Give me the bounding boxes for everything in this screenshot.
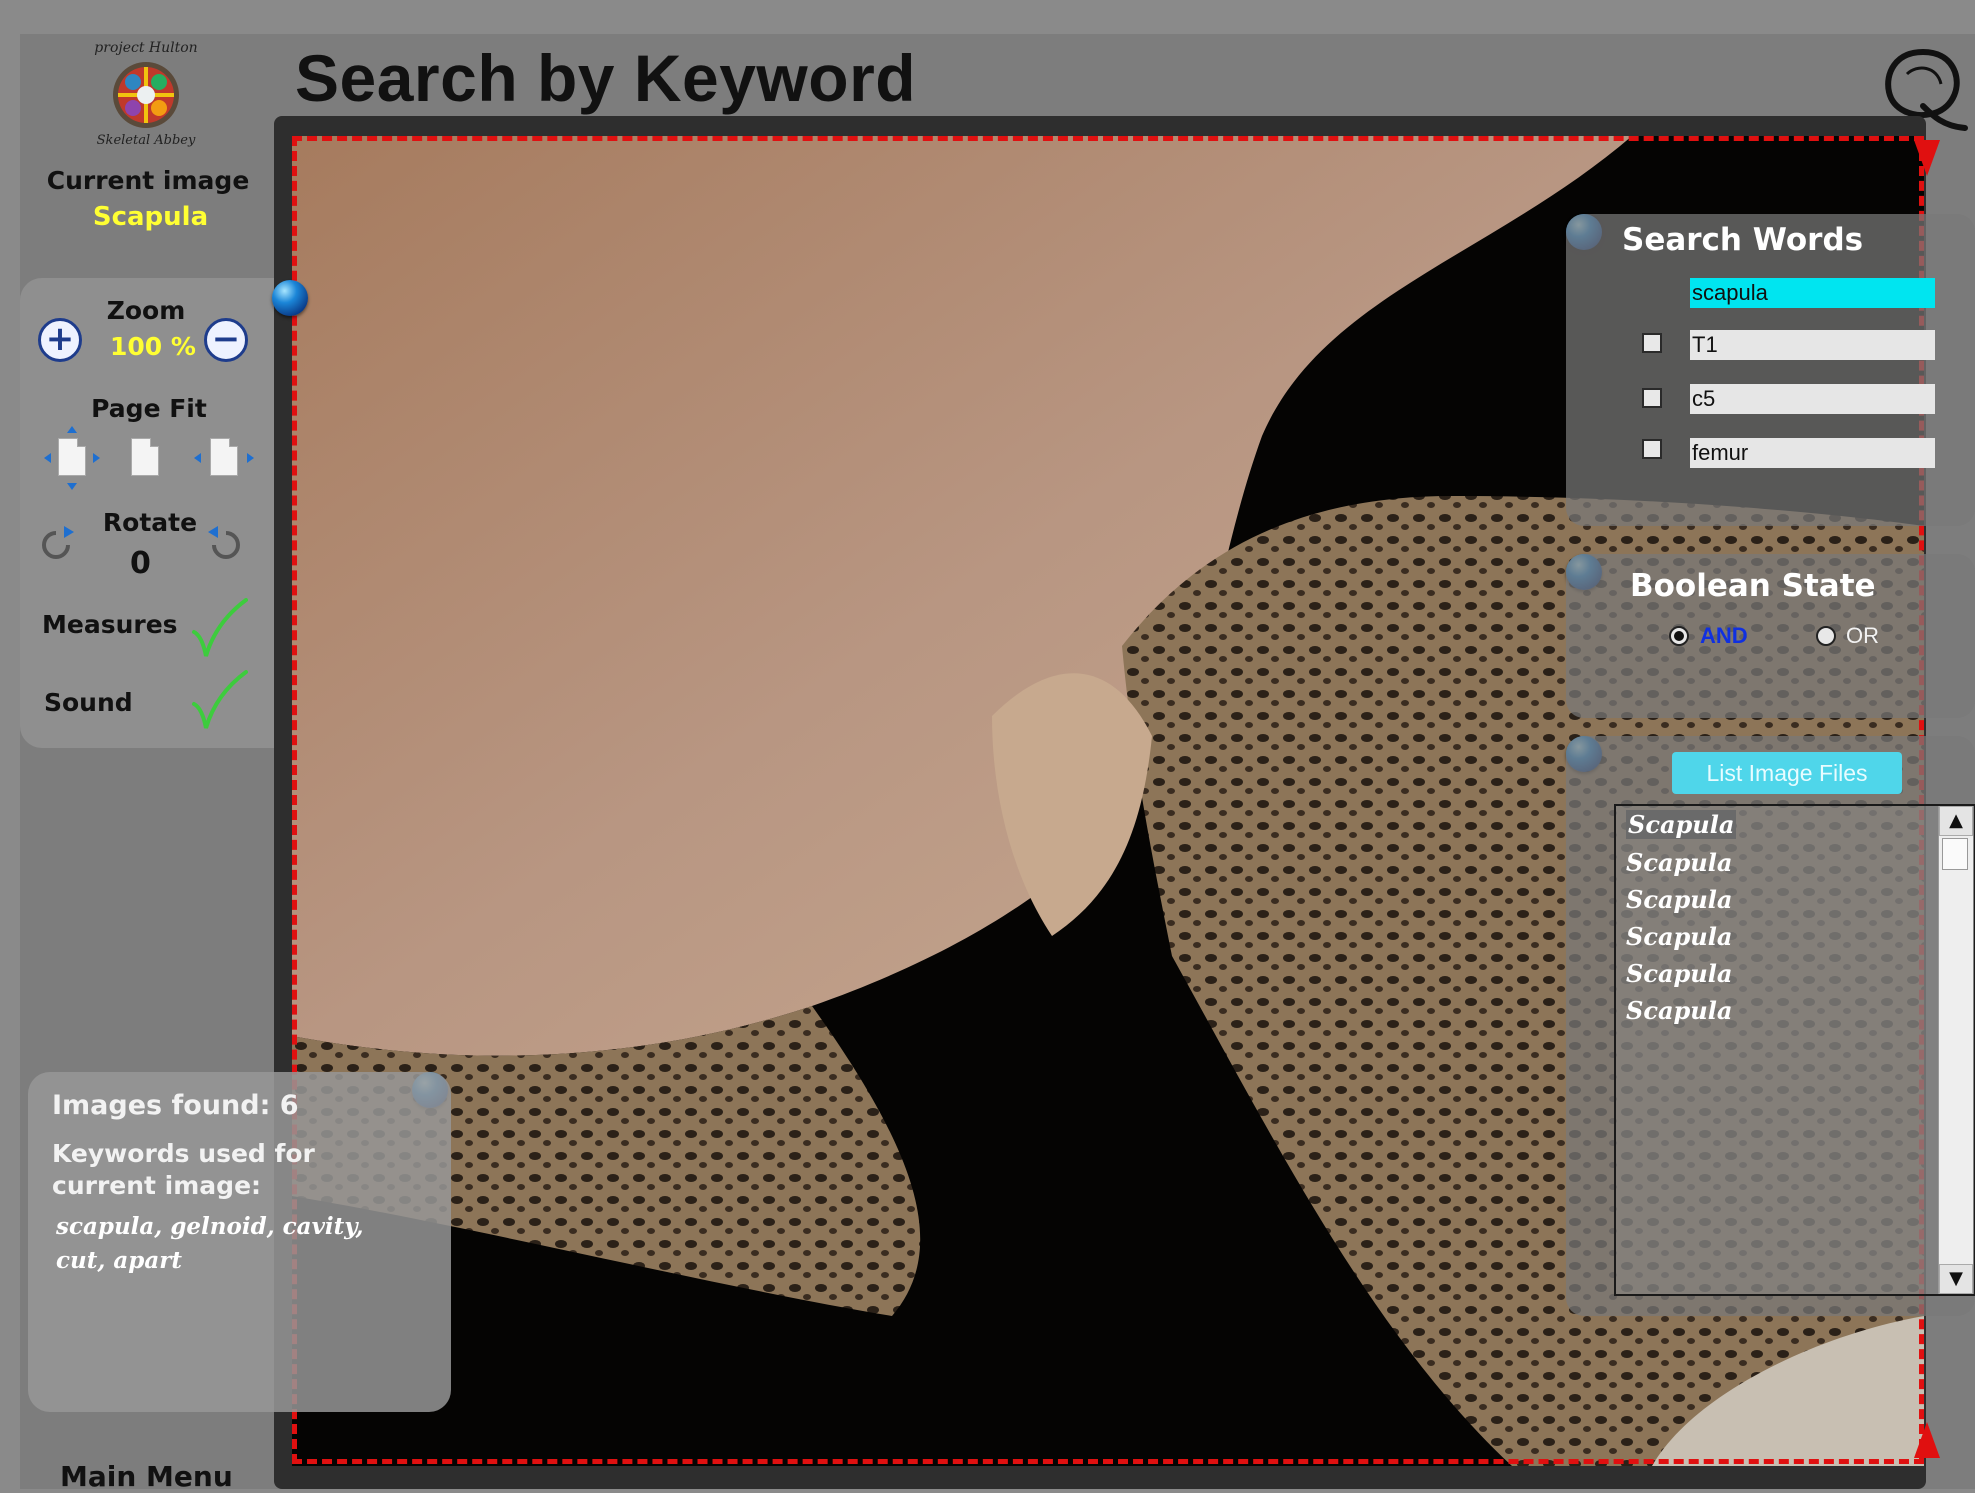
sound-label: Sound (44, 688, 133, 717)
fit-both-button[interactable] (42, 424, 102, 492)
search-words-title: Search Words (1622, 222, 1864, 258)
resize-arrow-icon[interactable] (1912, 1420, 1942, 1460)
list-item[interactable]: Scapula (1626, 996, 1732, 1025)
search-word-field-3[interactable] (1690, 384, 1935, 414)
svg-text:Skeletal Abbey: Skeletal Abbey (97, 133, 196, 148)
panel-orb-icon[interactable] (272, 280, 308, 316)
measures-check-icon[interactable] (190, 598, 248, 660)
search-word-checkbox-4[interactable] (1642, 439, 1662, 459)
project-logo: project Hulton Skeletal Abbey (94, 40, 197, 148)
list-item[interactable]: Scapula (1626, 848, 1732, 877)
page-title: Search by Keyword (295, 41, 917, 115)
list-item[interactable]: Scapula (1626, 922, 1732, 951)
scroll-thumb[interactable] (1942, 838, 1968, 870)
zoom-label: Zoom (106, 296, 186, 325)
search-word-checkbox-3[interactable] (1642, 388, 1662, 408)
zoom-in-button[interactable]: + (38, 318, 82, 362)
search-word-field-2[interactable] (1690, 330, 1935, 360)
search-word-field-1[interactable] (1690, 278, 1935, 308)
fit-width-button[interactable] (192, 434, 256, 482)
resize-arrow-icon[interactable] (1912, 138, 1942, 178)
rotate-left-icon[interactable] (38, 524, 80, 566)
and-radio-label[interactable]: AND (1700, 623, 1748, 649)
keywords-list: scapula, gelnoid, cavity, cut, apart (56, 1213, 364, 1274)
scroll-up-icon[interactable]: ▲ (1939, 806, 1973, 836)
fit-width-arrows-icon (194, 453, 254, 463)
page-icon (131, 438, 159, 476)
measures-label: Measures (42, 610, 178, 639)
and-radio[interactable] (1669, 626, 1689, 646)
images-found-count: Images found: 6 (52, 1090, 299, 1121)
main-menu-button[interactable]: Main Menu (60, 1460, 233, 1493)
search-words-panel (1566, 214, 1975, 526)
keywords-heading: Keywords used for current image: (52, 1139, 315, 1200)
rotate-right-icon[interactable] (202, 524, 244, 566)
results-list: Scapula Scapula Scapula Scapula Scapula … (1614, 804, 1975, 1296)
search-word-field-4[interactable] (1690, 438, 1935, 468)
list-image-files-button[interactable]: List Image Files (1672, 752, 1902, 794)
current-image-name: Scapula (92, 202, 209, 232)
svg-text:project Hulton: project Hulton (94, 40, 197, 56)
fit-arrows-icon (44, 426, 100, 490)
results-scrollbar[interactable]: ▲ ▼ (1938, 806, 1973, 1294)
list-item[interactable]: Scapula (1626, 810, 1737, 839)
search-word-checkbox-2[interactable] (1642, 333, 1662, 353)
fit-page-button[interactable] (128, 436, 162, 480)
page-fit-label: Page Fit (91, 394, 207, 423)
current-image-label: Current image (46, 166, 250, 195)
zoom-value: 100 % (110, 332, 196, 361)
scroll-down-icon[interactable]: ▼ (1939, 1264, 1973, 1294)
list-item[interactable]: Scapula (1626, 959, 1732, 988)
sound-check-icon[interactable] (190, 670, 248, 732)
zoom-out-button[interactable]: − (204, 318, 248, 362)
list-item[interactable]: Scapula (1626, 885, 1732, 914)
or-radio-label[interactable]: OR (1846, 623, 1879, 649)
or-radio[interactable] (1816, 626, 1836, 646)
boolean-state-title: Boolean State (1630, 568, 1876, 604)
rotate-value: 0 (130, 546, 151, 581)
rotate-label: Rotate (102, 508, 198, 537)
